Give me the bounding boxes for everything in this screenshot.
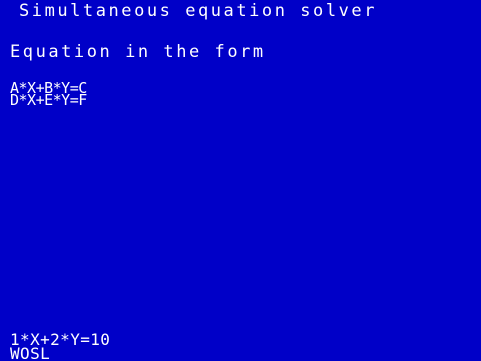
equation-form-2: D*X+E*Y=F — [10, 91, 87, 109]
instruction-heading: Equation in the form — [10, 42, 266, 62]
spectrum-screen: Simultaneous equation solver Equation in… — [0, 0, 481, 361]
status-line: WOSL — [10, 344, 51, 361]
program-title: Simultaneous equation solver — [19, 1, 377, 21]
